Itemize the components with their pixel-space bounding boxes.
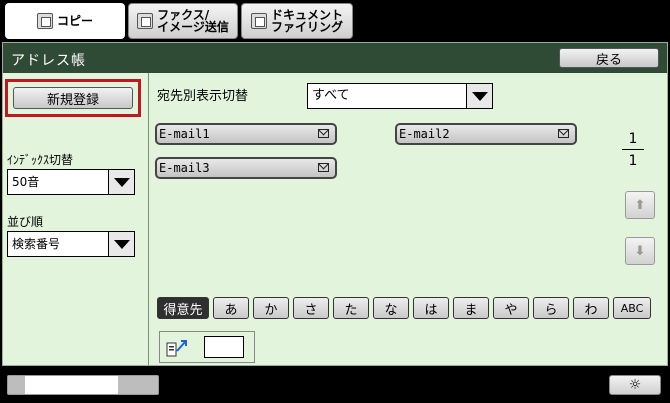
- destination-email3[interactable]: E-mail3: [155, 157, 337, 179]
- chevron-down-icon[interactable]: [466, 84, 492, 108]
- job-status-fill: [24, 376, 119, 394]
- number-search: [159, 331, 255, 363]
- sort-select[interactable]: 検索番号: [7, 231, 135, 257]
- page-title: アドレス帳: [11, 53, 86, 69]
- tab-copy-label: コピー: [56, 14, 93, 28]
- search-number-input[interactable]: [204, 336, 244, 358]
- index-tab-ya[interactable]: や: [493, 297, 529, 319]
- tab-copy[interactable]: コピー: [5, 3, 125, 39]
- scroll-up-button[interactable]: ⬆: [625, 191, 655, 219]
- chevron-down-icon[interactable]: [108, 170, 134, 194]
- arrow-up-icon: ⬆: [634, 197, 646, 213]
- sort-value: 検索番号: [12, 237, 61, 251]
- copy-icon: [36, 13, 53, 29]
- arrow-down-icon: ⬇: [634, 243, 646, 259]
- tab-fax-label: ファクス/ イメージ送信: [157, 8, 229, 34]
- number-search-icon: [166, 340, 187, 357]
- index-switch-value: 50音: [12, 175, 40, 189]
- index-tab-ta[interactable]: た: [333, 297, 369, 319]
- display-switch-label: 宛先別表示切替: [157, 89, 249, 104]
- tab-document-label: ドキュメント ファイリング: [270, 8, 343, 34]
- divider: [148, 73, 149, 365]
- email-icon: [318, 163, 329, 172]
- scroll-down-button[interactable]: ⬇: [625, 237, 655, 265]
- index-tab-ha[interactable]: は: [413, 297, 449, 319]
- index-tab-sa[interactable]: さ: [293, 297, 329, 319]
- tab-fax-image-send[interactable]: ファクス/ イメージ送信: [128, 3, 238, 39]
- tab-document-filing[interactable]: ドキュメント ファイリング: [241, 3, 353, 39]
- destination-label: E-mail3: [159, 161, 210, 175]
- sun-icon: ☼: [628, 377, 642, 393]
- back-button[interactable]: 戻る: [559, 48, 659, 68]
- email-icon: [558, 129, 569, 138]
- display-switch-value: すべて: [312, 88, 350, 103]
- job-status-bar[interactable]: [7, 375, 159, 395]
- index-tab-tokuisaki[interactable]: 得意先: [157, 297, 209, 319]
- page-total: 1: [628, 153, 638, 169]
- index-tab-abc[interactable]: ABC: [613, 297, 651, 319]
- index-tab-na[interactable]: な: [373, 297, 409, 319]
- page-current: 1: [628, 131, 638, 147]
- index-switch-select[interactable]: 50音: [7, 169, 135, 195]
- destination-email2[interactable]: E-mail2: [395, 123, 577, 145]
- index-tab-a[interactable]: あ: [213, 297, 249, 319]
- new-register-highlight: 新規登録: [5, 79, 141, 117]
- brightness-button[interactable]: ☼: [609, 375, 661, 395]
- index-tab-ka[interactable]: か: [253, 297, 289, 319]
- new-register-button[interactable]: 新規登録: [13, 87, 133, 109]
- address-book-panel: アドレス帳 戻る 新規登録 ｲﾝﾃﾞｯｸｽ切替 50音 並び順 検索番号 宛先別…: [2, 42, 668, 366]
- destination-label: E-mail2: [399, 127, 450, 141]
- index-tabs: 得意先 あ か さ た な は ま や ら わ ABC: [157, 297, 651, 319]
- display-switch-select[interactable]: すべて: [307, 83, 493, 109]
- destination-email1[interactable]: E-mail1: [155, 123, 337, 145]
- chevron-down-icon[interactable]: [108, 232, 134, 256]
- document-filing-icon: [250, 13, 267, 29]
- fax-icon: [137, 13, 154, 29]
- index-tab-ma[interactable]: ま: [453, 297, 489, 319]
- destination-label: E-mail1: [159, 127, 210, 141]
- sort-label: 並び順: [7, 215, 44, 229]
- email-icon: [318, 129, 329, 138]
- index-tab-wa[interactable]: わ: [573, 297, 609, 319]
- index-switch-label: ｲﾝﾃﾞｯｸｽ切替: [7, 153, 74, 167]
- page-divider: [622, 149, 644, 150]
- title-bar: アドレス帳 戻る: [3, 43, 667, 73]
- index-tab-ra[interactable]: ら: [533, 297, 569, 319]
